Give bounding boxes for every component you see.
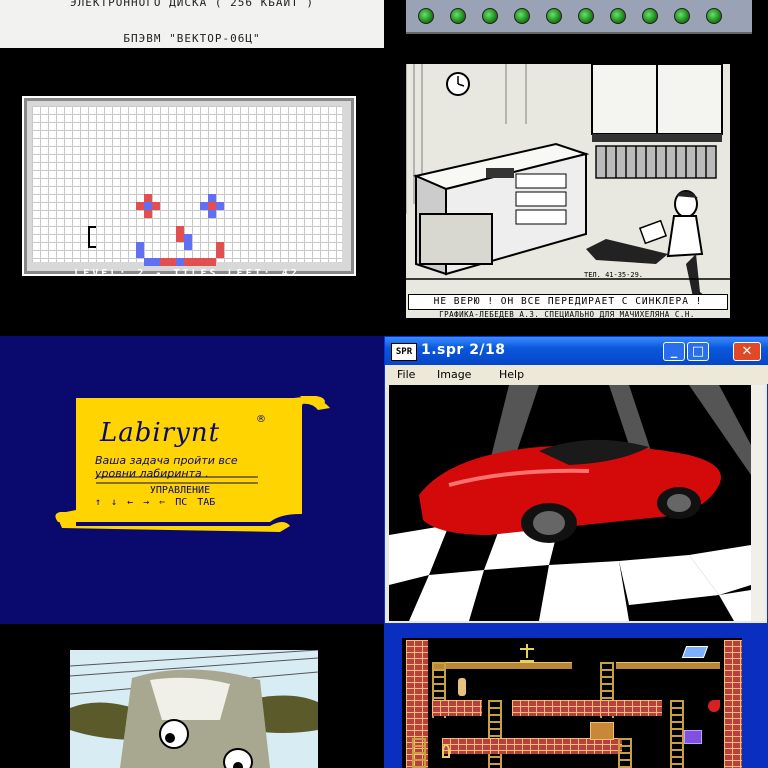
brick-wall-right (724, 640, 742, 768)
led-strip (406, 0, 752, 34)
image-canvas[interactable] (389, 385, 751, 621)
cow-picture-panel (0, 624, 384, 768)
ladder (618, 738, 632, 768)
tile-blue[interactable] (216, 202, 224, 210)
status-line: LEVEL: 2 - TILES LEFT: 42 (74, 268, 300, 279)
ladder (670, 700, 684, 768)
tile-red[interactable] (168, 258, 176, 266)
intro-text-line-1: Ваша задача пройти все (95, 454, 238, 467)
comic-credit: ГРАФИКА-ЛЕБЕДЕВ А.З. СПЕЦИАЛЬНО ДЛЯ МАЧИ… (439, 310, 695, 319)
window-frame: SPR 1.spr 2/18 _ □ ✕ File Image Help (384, 336, 768, 624)
tile-blue[interactable] (200, 202, 208, 210)
brick-platform (432, 700, 482, 716)
tile-blue[interactable] (184, 242, 192, 250)
tile-blue[interactable] (208, 210, 216, 218)
game-frame (384, 624, 768, 768)
brick-platform (512, 700, 662, 716)
led-indicator (514, 8, 530, 24)
sports-car-image (389, 385, 751, 621)
tile-red[interactable] (136, 202, 144, 210)
cow-head-drawing (69, 649, 319, 768)
office-illustration (405, 63, 730, 318)
paper-sheet: ЭЛЕКТРОННОГО ДИСКА ( 256 КБАЙТ ) БПЭВМ "… (0, 0, 384, 48)
registered-mark: ® (256, 414, 266, 425)
platform-game-screen (384, 624, 768, 768)
ladder (488, 700, 502, 768)
girder-platform (432, 662, 572, 669)
document-line-1: ЭЛЕКТРОННОГО ДИСКА ( 256 КБАЙТ ) (70, 0, 314, 9)
led-indicator (546, 8, 562, 24)
window-title: 1.spr 2/18 (421, 342, 506, 358)
tile-red[interactable] (184, 258, 192, 266)
girder-platform (616, 662, 720, 669)
led-indicator (578, 8, 594, 24)
tile-blue[interactable] (184, 234, 192, 242)
tile-red[interactable] (200, 258, 208, 266)
tiles-game-screen: LEVEL: 2 - TILES LEFT: 42 (0, 48, 384, 336)
tile-blue[interactable] (176, 258, 184, 266)
tile-blue[interactable] (136, 242, 144, 250)
office-scene-drawing (405, 63, 730, 318)
blue-gem-icon (681, 646, 709, 658)
game-title: Labirynt (100, 418, 221, 448)
player-character-icon (458, 678, 466, 696)
door-icon (590, 722, 614, 740)
vertical-scrollbar[interactable] (751, 385, 765, 621)
led-indicator (642, 8, 658, 24)
tile-blue[interactable] (136, 250, 144, 258)
tile-blue[interactable] (144, 258, 152, 266)
purple-crate-icon (684, 730, 702, 744)
led-indicator (674, 8, 690, 24)
tile-grid[interactable] (32, 106, 342, 266)
led-panel (384, 0, 768, 48)
menu-image[interactable]: Image (437, 368, 471, 381)
ladder (412, 738, 426, 768)
title-bar[interactable]: SPR 1.spr 2/18 _ □ ✕ (385, 337, 768, 365)
maximize-button[interactable]: □ (687, 342, 709, 361)
controls-heading: УПРАВЛЕНИЕ (149, 485, 211, 496)
tile-red[interactable] (216, 250, 224, 258)
key-item-icon (442, 744, 450, 758)
led-indicator (610, 8, 626, 24)
cursor-icon (88, 226, 96, 248)
play-area (402, 638, 742, 768)
tile-red[interactable] (144, 210, 152, 218)
tile-blue[interactable] (152, 258, 160, 266)
tile-red[interactable] (208, 202, 216, 210)
comic-caption: НЕ ВЕРЮ ! ОН ВСЕ ПЕРЕДИРАЕТ С СИНКЛЕРА ! (408, 294, 728, 310)
phone-number-text: ТЕЛ. 41-35-29. (584, 271, 644, 279)
tile-red[interactable] (160, 258, 168, 266)
app-icon: SPR (391, 343, 417, 361)
menu-bar: File Image Help (385, 365, 768, 384)
controls-keys: ↑ ↓ ← → ⇐ ПС ТАБ (95, 497, 216, 508)
tile-blue[interactable] (208, 194, 216, 202)
tile-red[interactable] (176, 226, 184, 234)
intro-text-line-2: уровни лабиринта . (95, 467, 209, 480)
document-line-2: БПЭВМ "ВЕКТОР-06Ц" (123, 32, 261, 45)
led-indicator (706, 8, 722, 24)
scroll-banner (55, 396, 330, 532)
tile-red[interactable] (176, 234, 184, 242)
close-button[interactable]: ✕ (733, 342, 761, 361)
tile-red[interactable] (208, 258, 216, 266)
led-indicator (450, 8, 466, 24)
bird-enemy-icon (708, 700, 720, 712)
menu-file[interactable]: File (397, 368, 415, 381)
sprite-viewer-window: SPR 1.spr 2/18 _ □ ✕ File Image Help (384, 336, 768, 624)
comic-illustration-panel: ТЕЛ. 41-35-29. НЕ ВЕРЮ ! ОН ВСЕ ПЕРЕДИРА… (384, 48, 768, 336)
candlestick-icon (520, 644, 534, 663)
menu-help[interactable]: Help (499, 368, 524, 381)
tile-red[interactable] (192, 258, 200, 266)
tile-red[interactable] (152, 202, 160, 210)
led-indicator (418, 8, 434, 24)
brick-platform (442, 738, 622, 754)
document-scan-panel: ЭЛЕКТРОННОГО ДИСКА ( 256 КБАЙТ ) БПЭВМ "… (0, 0, 384, 48)
cow-illustration (69, 649, 319, 768)
tile-blue[interactable] (144, 202, 152, 210)
tile-red[interactable] (216, 242, 224, 250)
minimize-button[interactable]: _ (663, 342, 685, 361)
labirynt-title-screen: Labirynt ® Ваша задача пройти все уровни… (0, 336, 384, 624)
led-indicator (482, 8, 498, 24)
tile-red[interactable] (144, 194, 152, 202)
